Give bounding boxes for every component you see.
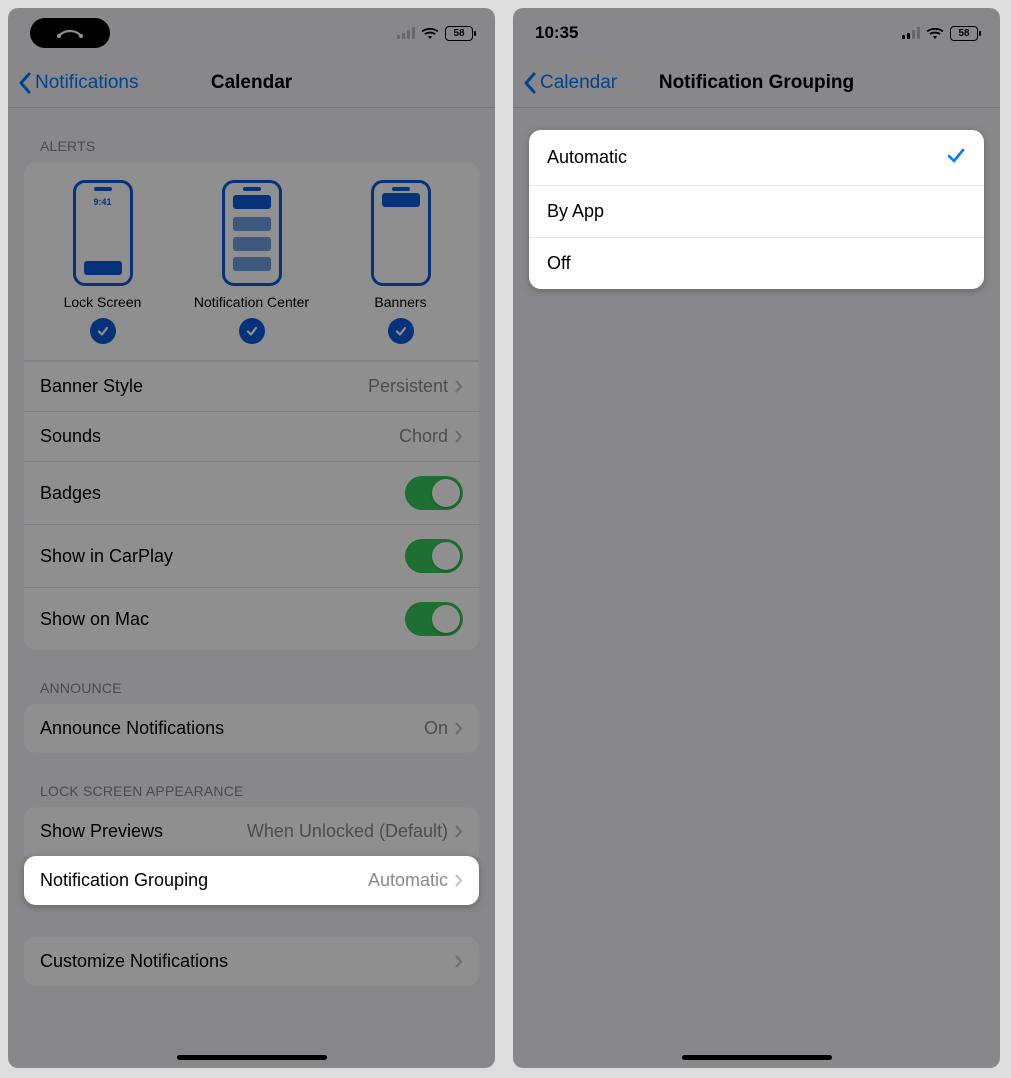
lock-appearance-card-top: Show Previews When Unlocked (Default) [24,807,479,856]
battery-level: 58 [453,28,464,39]
row-show-previews[interactable]: Show Previews When Unlocked (Default) [24,807,479,856]
row-value: On [424,718,448,739]
battery-level: 58 [958,28,969,39]
nav-bar: Calendar Notification Grouping [513,58,1000,108]
chevron-right-icon [454,429,463,444]
section-header-alerts: ALERTS [8,108,495,162]
status-bar: 10:35 58 [513,8,1000,58]
toggle-badges[interactable] [405,476,463,510]
checkmark-icon [90,318,116,344]
row-sounds[interactable]: Sounds Chord [24,411,479,461]
banners-icon [371,180,431,286]
notification-center-icon [222,180,282,286]
alert-option-banners[interactable]: Banners [327,180,475,344]
chevron-right-icon [454,379,463,394]
back-button[interactable]: Calendar [523,72,617,94]
row-label: Announce Notifications [40,718,224,739]
wifi-icon [421,27,439,40]
cell-signal-icon [397,27,415,39]
row-carplay: Show in CarPlay [24,524,479,587]
back-button[interactable]: Notifications [18,72,139,94]
home-indicator[interactable] [177,1055,327,1060]
row-badges: Badges [24,461,479,524]
row-value: Chord [399,426,448,447]
right-screen: 10:35 58 Calendar Notification Grouping … [513,8,1000,1068]
chevron-right-icon [454,873,463,888]
option-label: Automatic [547,147,627,168]
chevron-right-icon [454,824,463,839]
status-bar: 58 [8,8,495,58]
row-value: When Unlocked (Default) [247,821,448,842]
customize-card: Customize Notifications [24,937,479,986]
option-off[interactable]: Off [529,237,984,289]
back-label: Notifications [35,72,139,94]
left-screen: 58 Notifications Calendar ALERTS 9:41 Lo… [8,8,495,1068]
alert-option-label: Lock Screen [64,294,142,310]
alert-option-notification-center[interactable]: Notification Center [178,180,326,344]
row-customize-notifications[interactable]: Customize Notifications [24,937,479,986]
cell-signal-icon [902,27,920,39]
row-label: Show in CarPlay [40,546,173,567]
row-label: Notification Grouping [40,870,208,891]
row-announce-notifications[interactable]: Announce Notifications On [24,704,479,753]
row-value: Persistent [368,376,448,397]
lock-screen-time: 9:41 [76,197,130,207]
row-show-on-mac: Show on Mac [24,587,479,650]
row-label: Show Previews [40,821,163,842]
wifi-icon [926,27,944,40]
back-label: Calendar [540,72,617,94]
alert-option-label: Notification Center [194,294,309,310]
row-banner-style[interactable]: Banner Style Persistent [24,361,479,411]
chevron-right-icon [454,954,463,969]
toggle-carplay[interactable] [405,539,463,573]
option-automatic[interactable]: Automatic [529,130,984,185]
home-indicator[interactable] [682,1055,832,1060]
row-value: Automatic [368,870,448,891]
option-label: Off [547,253,571,274]
chevron-right-icon [454,721,463,736]
checkmark-icon [388,318,414,344]
row-label: Customize Notifications [40,951,228,972]
row-label: Badges [40,483,101,504]
row-label: Sounds [40,426,101,447]
announce-card: Announce Notifications On [24,704,479,753]
toggle-mac[interactable] [405,602,463,636]
option-label: By App [547,201,604,222]
clock: 10:35 [535,23,578,43]
row-notification-grouping[interactable]: Notification Grouping Automatic [24,856,479,905]
section-header-lock-appearance: LOCK SCREEN APPEARANCE [8,753,495,807]
checkmark-icon [239,318,265,344]
battery-icon: 58 [950,26,978,41]
alert-option-label: Banners [374,294,426,310]
call-pill[interactable] [30,18,110,48]
section-header-announce: ANNOUNCE [8,650,495,704]
option-by-app[interactable]: By App [529,185,984,237]
grouping-options: Automatic By App Off [529,130,984,289]
nav-bar: Notifications Calendar [8,58,495,108]
row-label: Show on Mac [40,609,149,630]
alerts-card: 9:41 Lock Screen Notification Center [24,162,479,650]
lock-screen-icon: 9:41 [73,180,133,286]
battery-icon: 58 [445,26,473,41]
checkmark-icon [946,145,966,170]
alert-option-lock-screen[interactable]: 9:41 Lock Screen [29,180,177,344]
row-label: Banner Style [40,376,143,397]
